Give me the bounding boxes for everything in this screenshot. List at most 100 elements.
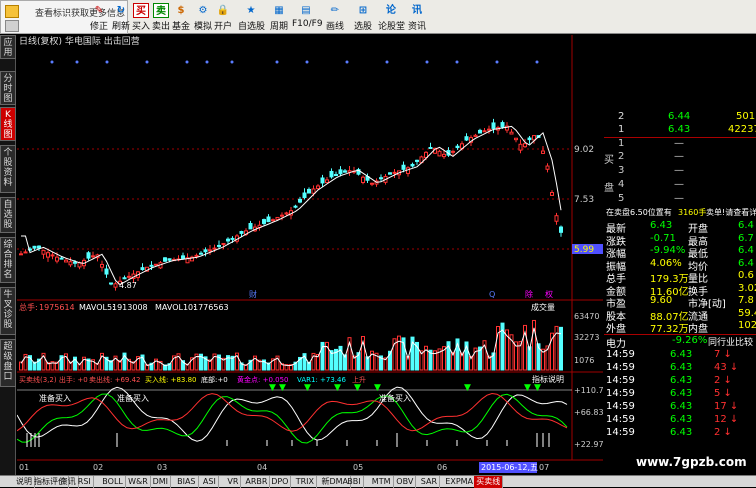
candle-body	[262, 219, 266, 224]
fix-button[interactable]: ✎ 修正	[88, 1, 110, 33]
indicator-tab[interactable]: SAR	[419, 476, 441, 488]
sidebar-tab-kline[interactable]: K线图	[0, 107, 16, 141]
sell-button[interactable]: 卖卖出	[150, 1, 172, 33]
event-dot	[455, 60, 459, 64]
sidebar-tab-watchlist[interactable]: 自选股	[0, 197, 16, 233]
stat-cell: 6.7	[738, 232, 754, 244]
buy-arrow: ▼	[464, 383, 471, 393]
indicator-tab[interactable]: BBI	[345, 476, 364, 488]
candle-body	[509, 131, 514, 135]
low-price-label: 4.87	[119, 281, 137, 290]
indicator-tab[interactable]: MTM	[370, 476, 394, 488]
candle-body	[455, 145, 460, 149]
tick-cell: 6.43	[670, 362, 693, 373]
watchlist-button[interactable]: ★ 自选股	[238, 1, 265, 33]
indicator-tab[interactable]: TRIX	[294, 476, 317, 488]
candle-body	[19, 253, 23, 256]
sidebar-tab-apps[interactable]: 应用	[0, 35, 16, 59]
ind-level-2: +66.83	[574, 408, 603, 417]
f10-button[interactable]: ▤ F10/F9	[292, 1, 323, 33]
calendar-icon: ▦	[274, 5, 284, 16]
indicator-tab[interactable]: BOLL	[100, 476, 126, 488]
settings-icon	[5, 20, 19, 32]
tick-row: 14:59 6.43 2 ↓	[604, 427, 756, 439]
sidebar-tab-profile[interactable]: 个股资料	[0, 145, 16, 193]
candle-body	[554, 215, 559, 222]
tick-cell: 43 ↓	[714, 362, 739, 373]
price-level-1: 9.02	[574, 145, 594, 155]
candle-body	[532, 135, 536, 141]
indicator-tab[interactable]: RSI	[76, 476, 94, 488]
stock-picker-button[interactable]: ⊞ 选股	[352, 1, 374, 33]
indicator-tab[interactable]: OBV	[394, 476, 417, 488]
mavol5-label: MAVOL5:	[79, 303, 115, 312]
candle-body	[401, 164, 406, 170]
document-icon: ▤	[301, 5, 311, 16]
candle-body	[527, 137, 532, 141]
kline-chart[interactable]: 日线(复权) 华电国际 出击回营 9.02 7.53 5.99 4.87 财 Q…	[17, 35, 603, 475]
candle-body	[338, 169, 343, 175]
watchlist-icon: ★	[246, 5, 256, 16]
candle-body	[208, 249, 212, 252]
candle-body	[410, 163, 415, 167]
candle-body	[325, 179, 329, 184]
indicator-tab[interactable]: DPO	[269, 476, 292, 488]
refresh-button[interactable]: ↻ 刷新	[110, 1, 132, 33]
date-label-7: 07	[539, 463, 549, 472]
buy-arrow: ▼	[304, 383, 311, 393]
candle-body	[64, 259, 68, 263]
indicator-tab[interactable]: VR	[225, 476, 242, 488]
price-level-2: 7.53	[574, 195, 594, 205]
event-dot	[275, 60, 279, 64]
sell-notice[interactable]: 在卖盘6.50位置有 3160手 卖单!请查看详	[604, 207, 756, 219]
indicator-tab[interactable]: W&R	[126, 476, 151, 488]
candle-body	[73, 261, 77, 264]
quote-panel: 26.44501 16.4342237 1— 买2— 3— 盘4— 5— 在卖盘…	[604, 107, 756, 447]
sidebar-tab-diagnosis[interactable]: 牛叉诊股	[0, 287, 16, 335]
tick-row: 14:59 6.43 17 ↓	[604, 401, 756, 413]
candle-body	[284, 212, 289, 215]
draw-line-button[interactable]: ✏ 画线	[324, 1, 346, 33]
ind-label-3: 底部:+0	[201, 375, 228, 384]
sidebar-tab-ranking[interactable]: 综合排名	[0, 237, 16, 283]
sector-row[interactable]: 电力 -9.26% 同行业比较	[604, 334, 756, 350]
candle-body	[55, 256, 59, 262]
date-label-1: 01	[19, 463, 29, 472]
tick-cell: 2 ↓	[714, 427, 732, 438]
indicator-tab[interactable]: BIAS	[175, 476, 199, 488]
simulate-button[interactable]: ⚙ 模拟	[192, 1, 214, 33]
indicator-tab[interactable]: DMI	[151, 476, 172, 488]
event-dot	[205, 60, 209, 64]
date-label-4: 04	[257, 463, 267, 472]
marker-finance: 财	[249, 289, 257, 299]
sidebar-tab-order-book[interactable]: 超级盘口	[0, 339, 16, 387]
indicator-tab[interactable]: ASI	[201, 476, 219, 488]
stat-cell: 6.4	[738, 245, 754, 256]
buy-arrow: ▼	[354, 383, 361, 393]
marker-rights: 权	[545, 289, 553, 299]
candle-body	[392, 171, 397, 174]
indicator-tab[interactable]: ARBR	[243, 476, 271, 488]
buy-button[interactable]: 买买入	[130, 1, 152, 33]
indicator-tab[interactable]: 买卖线	[474, 476, 504, 488]
candle-body	[91, 255, 95, 258]
ind-level-3: +22.97	[574, 440, 603, 449]
open-account-button[interactable]: 🔒 开户	[212, 1, 234, 33]
candle-body	[500, 122, 505, 128]
stat-cell: 6.4	[738, 257, 754, 269]
sidebar-tab-intraday[interactable]: 分时图	[0, 71, 16, 105]
candle-body	[514, 137, 518, 141]
indicator-tab[interactable]: EXPMA	[443, 476, 477, 488]
news-button[interactable]: 讯资讯	[406, 1, 428, 33]
news-icon: 讯	[412, 5, 422, 16]
candle-body	[50, 254, 55, 257]
fund-button[interactable]: $ 基金	[170, 1, 192, 33]
forum-button[interactable]: 论论股堂	[378, 1, 405, 33]
period-button[interactable]: ▦ 周期	[268, 1, 290, 33]
candle-body	[203, 249, 208, 253]
candle-body	[167, 258, 172, 261]
stat-row: 外盘 77.32万内盘 102.0	[604, 320, 756, 335]
candle-body	[320, 177, 325, 184]
toolbar: 查看标识获取更多信息 ✎ 修正 ↻ 刷新 买买入 卖卖出 $ 基金 ⚙ 模拟 🔒 开户 ★…	[0, 0, 756, 34]
tick-cell: 14:59	[606, 388, 635, 399]
